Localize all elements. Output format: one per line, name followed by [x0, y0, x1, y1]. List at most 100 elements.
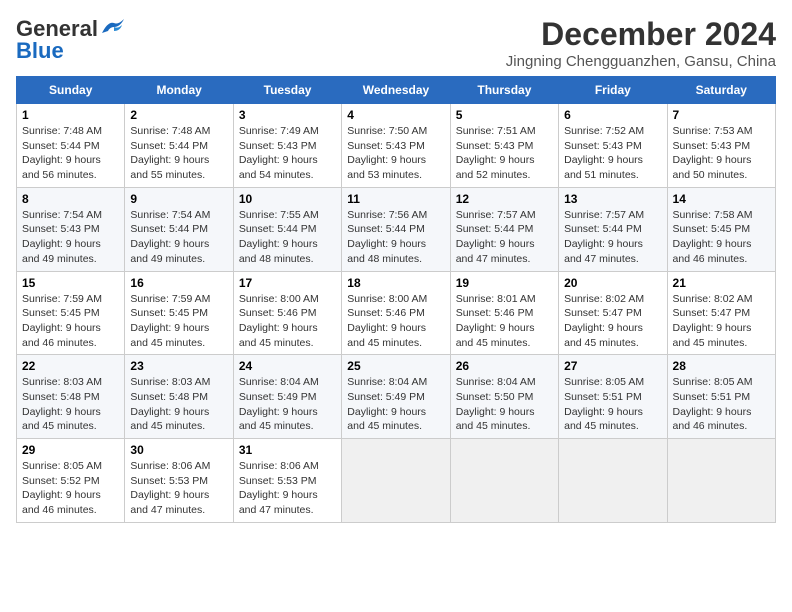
day-info: Sunrise: 8:05 AMSunset: 5:51 PMDaylight:…	[673, 376, 753, 432]
calendar-day-cell: 31 Sunrise: 8:06 AMSunset: 5:53 PMDaylig…	[233, 439, 341, 523]
weekday-header: Tuesday	[233, 77, 341, 104]
calendar-header-row: SundayMondayTuesdayWednesdayThursdayFrid…	[17, 77, 776, 104]
calendar-week-row: 8 Sunrise: 7:54 AMSunset: 5:43 PMDayligh…	[17, 187, 776, 271]
calendar-day-cell: 17 Sunrise: 8:00 AMSunset: 5:46 PMDaylig…	[233, 271, 341, 355]
day-number: 28	[673, 359, 770, 373]
calendar-day-cell	[450, 439, 558, 523]
day-number: 12	[456, 192, 553, 206]
day-number: 20	[564, 276, 661, 290]
calendar-day-cell: 29 Sunrise: 8:05 AMSunset: 5:52 PMDaylig…	[17, 439, 125, 523]
day-number: 9	[130, 192, 227, 206]
calendar-body: 1 Sunrise: 7:48 AMSunset: 5:44 PMDayligh…	[17, 104, 776, 523]
calendar-week-row: 1 Sunrise: 7:48 AMSunset: 5:44 PMDayligh…	[17, 104, 776, 188]
day-number: 30	[130, 443, 227, 457]
day-info: Sunrise: 7:50 AMSunset: 5:43 PMDaylight:…	[347, 125, 427, 181]
calendar-day-cell: 14 Sunrise: 7:58 AMSunset: 5:45 PMDaylig…	[667, 187, 775, 271]
logo-text-blue: Blue	[16, 38, 64, 64]
calendar-table: SundayMondayTuesdayWednesdayThursdayFrid…	[16, 76, 776, 523]
day-info: Sunrise: 8:04 AMSunset: 5:49 PMDaylight:…	[239, 376, 319, 432]
page-header: General Blue December 2024 Jingning Chen…	[16, 16, 776, 70]
calendar-day-cell: 1 Sunrise: 7:48 AMSunset: 5:44 PMDayligh…	[17, 104, 125, 188]
day-info: Sunrise: 7:54 AMSunset: 5:43 PMDaylight:…	[22, 209, 102, 265]
calendar-day-cell: 8 Sunrise: 7:54 AMSunset: 5:43 PMDayligh…	[17, 187, 125, 271]
day-number: 25	[347, 359, 444, 373]
day-number: 29	[22, 443, 119, 457]
weekday-header: Monday	[125, 77, 233, 104]
day-info: Sunrise: 7:51 AMSunset: 5:43 PMDaylight:…	[456, 125, 536, 181]
calendar-day-cell: 22 Sunrise: 8:03 AMSunset: 5:48 PMDaylig…	[17, 355, 125, 439]
calendar-day-cell	[559, 439, 667, 523]
weekday-header: Saturday	[667, 77, 775, 104]
title-block: December 2024 Jingning Chengguanzhen, Ga…	[506, 16, 776, 70]
day-info: Sunrise: 7:59 AMSunset: 5:45 PMDaylight:…	[22, 293, 102, 349]
calendar-day-cell: 19 Sunrise: 8:01 AMSunset: 5:46 PMDaylig…	[450, 271, 558, 355]
day-info: Sunrise: 7:52 AMSunset: 5:43 PMDaylight:…	[564, 125, 644, 181]
calendar-day-cell: 23 Sunrise: 8:03 AMSunset: 5:48 PMDaylig…	[125, 355, 233, 439]
weekday-header: Thursday	[450, 77, 558, 104]
calendar-day-cell: 4 Sunrise: 7:50 AMSunset: 5:43 PMDayligh…	[342, 104, 450, 188]
calendar-day-cell: 6 Sunrise: 7:52 AMSunset: 5:43 PMDayligh…	[559, 104, 667, 188]
day-number: 13	[564, 192, 661, 206]
day-info: Sunrise: 7:55 AMSunset: 5:44 PMDaylight:…	[239, 209, 319, 265]
day-info: Sunrise: 7:49 AMSunset: 5:43 PMDaylight:…	[239, 125, 319, 181]
calendar-day-cell: 13 Sunrise: 7:57 AMSunset: 5:44 PMDaylig…	[559, 187, 667, 271]
calendar-day-cell: 15 Sunrise: 7:59 AMSunset: 5:45 PMDaylig…	[17, 271, 125, 355]
calendar-day-cell: 18 Sunrise: 8:00 AMSunset: 5:46 PMDaylig…	[342, 271, 450, 355]
day-info: Sunrise: 8:01 AMSunset: 5:46 PMDaylight:…	[456, 293, 536, 349]
day-number: 1	[22, 108, 119, 122]
day-number: 24	[239, 359, 336, 373]
day-info: Sunrise: 8:00 AMSunset: 5:46 PMDaylight:…	[239, 293, 319, 349]
day-info: Sunrise: 7:57 AMSunset: 5:44 PMDaylight:…	[456, 209, 536, 265]
calendar-day-cell: 26 Sunrise: 8:04 AMSunset: 5:50 PMDaylig…	[450, 355, 558, 439]
day-number: 3	[239, 108, 336, 122]
calendar-day-cell	[342, 439, 450, 523]
day-info: Sunrise: 8:06 AMSunset: 5:53 PMDaylight:…	[239, 460, 319, 516]
day-number: 23	[130, 359, 227, 373]
calendar-day-cell: 9 Sunrise: 7:54 AMSunset: 5:44 PMDayligh…	[125, 187, 233, 271]
logo-bird-icon	[100, 17, 128, 37]
day-info: Sunrise: 7:59 AMSunset: 5:45 PMDaylight:…	[130, 293, 210, 349]
day-number: 14	[673, 192, 770, 206]
calendar-day-cell: 16 Sunrise: 7:59 AMSunset: 5:45 PMDaylig…	[125, 271, 233, 355]
calendar-day-cell: 11 Sunrise: 7:56 AMSunset: 5:44 PMDaylig…	[342, 187, 450, 271]
day-info: Sunrise: 7:53 AMSunset: 5:43 PMDaylight:…	[673, 125, 753, 181]
calendar-day-cell: 30 Sunrise: 8:06 AMSunset: 5:53 PMDaylig…	[125, 439, 233, 523]
day-number: 22	[22, 359, 119, 373]
day-number: 5	[456, 108, 553, 122]
day-info: Sunrise: 8:04 AMSunset: 5:50 PMDaylight:…	[456, 376, 536, 432]
day-number: 2	[130, 108, 227, 122]
calendar-day-cell	[667, 439, 775, 523]
day-number: 15	[22, 276, 119, 290]
day-info: Sunrise: 8:03 AMSunset: 5:48 PMDaylight:…	[130, 376, 210, 432]
day-number: 26	[456, 359, 553, 373]
weekday-header: Wednesday	[342, 77, 450, 104]
day-number: 21	[673, 276, 770, 290]
calendar-day-cell: 21 Sunrise: 8:02 AMSunset: 5:47 PMDaylig…	[667, 271, 775, 355]
day-number: 31	[239, 443, 336, 457]
day-info: Sunrise: 7:58 AMSunset: 5:45 PMDaylight:…	[673, 209, 753, 265]
calendar-day-cell: 28 Sunrise: 8:05 AMSunset: 5:51 PMDaylig…	[667, 355, 775, 439]
calendar-day-cell: 20 Sunrise: 8:02 AMSunset: 5:47 PMDaylig…	[559, 271, 667, 355]
calendar-day-cell: 3 Sunrise: 7:49 AMSunset: 5:43 PMDayligh…	[233, 104, 341, 188]
calendar-day-cell: 10 Sunrise: 7:55 AMSunset: 5:44 PMDaylig…	[233, 187, 341, 271]
day-number: 11	[347, 192, 444, 206]
day-number: 18	[347, 276, 444, 290]
day-info: Sunrise: 7:48 AMSunset: 5:44 PMDaylight:…	[22, 125, 102, 181]
calendar-day-cell: 24 Sunrise: 8:04 AMSunset: 5:49 PMDaylig…	[233, 355, 341, 439]
calendar-day-cell: 12 Sunrise: 7:57 AMSunset: 5:44 PMDaylig…	[450, 187, 558, 271]
calendar-title: December 2024	[506, 16, 776, 53]
day-number: 16	[130, 276, 227, 290]
day-number: 7	[673, 108, 770, 122]
day-info: Sunrise: 8:03 AMSunset: 5:48 PMDaylight:…	[22, 376, 102, 432]
day-number: 19	[456, 276, 553, 290]
calendar-day-cell: 7 Sunrise: 7:53 AMSunset: 5:43 PMDayligh…	[667, 104, 775, 188]
weekday-header: Sunday	[17, 77, 125, 104]
calendar-subtitle: Jingning Chengguanzhen, Gansu, China	[506, 53, 776, 70]
day-info: Sunrise: 8:02 AMSunset: 5:47 PMDaylight:…	[673, 293, 753, 349]
day-info: Sunrise: 7:56 AMSunset: 5:44 PMDaylight:…	[347, 209, 427, 265]
day-info: Sunrise: 8:05 AMSunset: 5:52 PMDaylight:…	[22, 460, 102, 516]
day-info: Sunrise: 8:02 AMSunset: 5:47 PMDaylight:…	[564, 293, 644, 349]
day-number: 6	[564, 108, 661, 122]
day-info: Sunrise: 8:04 AMSunset: 5:49 PMDaylight:…	[347, 376, 427, 432]
day-info: Sunrise: 7:48 AMSunset: 5:44 PMDaylight:…	[130, 125, 210, 181]
